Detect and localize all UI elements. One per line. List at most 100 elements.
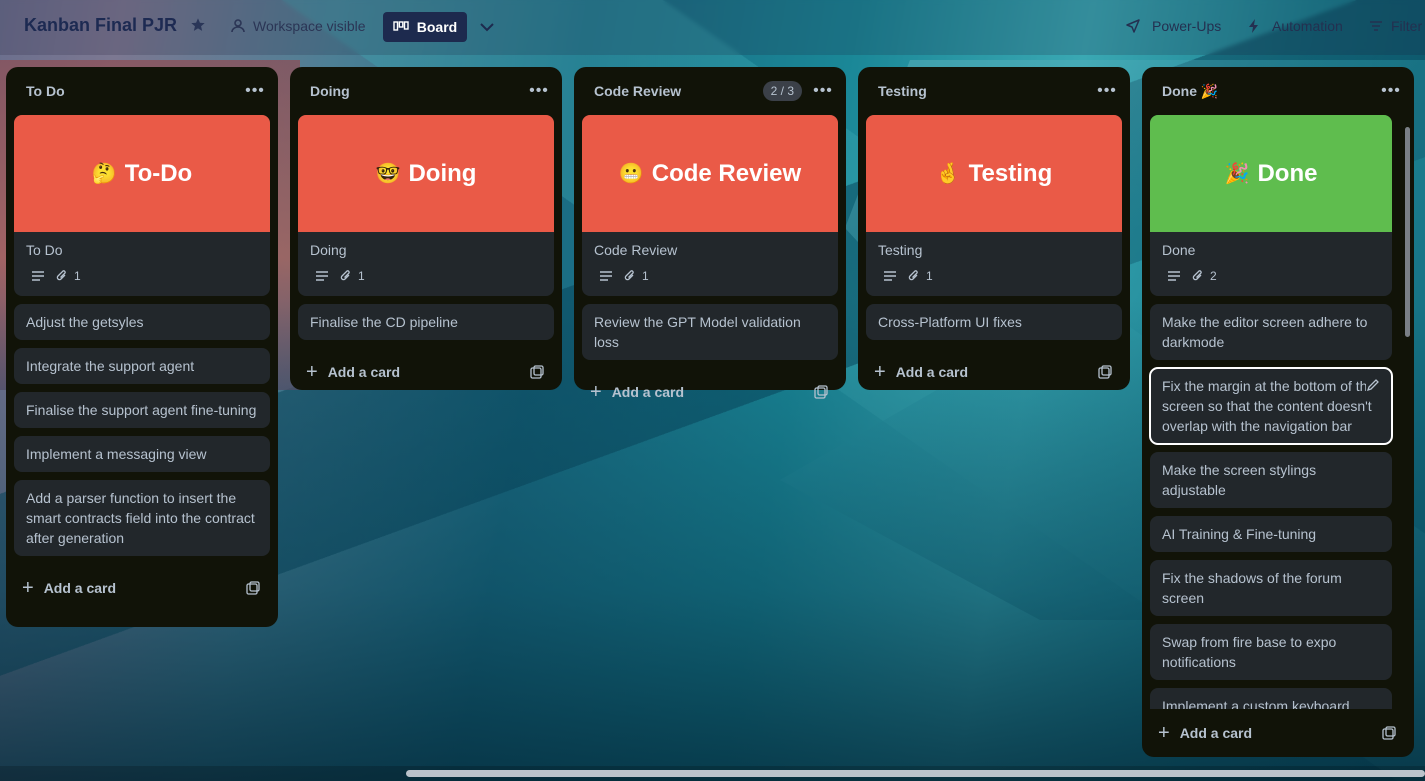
list-card[interactable]: Make the screen stylings adjustable <box>1150 452 1392 508</box>
grimace-emoji-icon: 😬 <box>618 162 644 185</box>
automation-button[interactable]: Automation <box>1248 18 1343 34</box>
scrollbar-thumb[interactable] <box>406 770 1425 777</box>
card-title: Integrate the support agent <box>26 358 195 374</box>
list-card[interactable]: Make the editor screen adhere to darkmod… <box>1150 304 1392 360</box>
list-menu-button[interactable]: ••• <box>1380 80 1402 102</box>
rocket-icon <box>1126 19 1140 33</box>
list-title[interactable]: Done 🎉 <box>1162 83 1218 100</box>
card-cover: 😬 Code Review <box>582 115 838 232</box>
template-icon[interactable] <box>246 581 260 595</box>
list-card[interactable]: Fix the shadows of the forum screen <box>1150 560 1392 616</box>
card-cover: 🤞 Testing <box>866 115 1122 232</box>
paperclip-icon <box>340 270 350 281</box>
add-card-button[interactable]: + Add a card <box>874 362 968 382</box>
description-icon <box>884 271 896 281</box>
description-icon <box>1168 271 1180 281</box>
plus-icon: + <box>306 361 318 383</box>
template-icon[interactable] <box>1098 365 1112 379</box>
list-card[interactable]: Review the GPT Model validation loss <box>582 304 838 360</box>
card-title: Fix the margin at the bottom of the scre… <box>1162 378 1376 434</box>
list-card-hovered[interactable]: Fix the margin at the bottom of the scre… <box>1149 367 1393 445</box>
cover-text: Doing <box>408 159 477 187</box>
cover-card[interactable]: 🤔 To-Do To Do 1 <box>14 115 270 296</box>
list-title[interactable]: Doing <box>310 83 350 99</box>
star-icon[interactable] <box>190 17 206 33</box>
add-card-button[interactable]: + Add a card <box>590 382 684 402</box>
list-title[interactable]: Testing <box>878 83 927 99</box>
description-icon <box>32 271 44 281</box>
attachment-count: 1 <box>74 269 81 283</box>
card-cover: 🤔 To-Do <box>14 115 270 232</box>
attachment-badge: 2 <box>1192 266 1217 286</box>
lightning-icon <box>1249 19 1258 33</box>
card-cover: 🤓 Doing <box>298 115 554 232</box>
filter-label: Filter <box>1391 18 1423 34</box>
scrollbar-thumb[interactable] <box>1405 127 1410 337</box>
cover-text: Testing <box>968 159 1053 187</box>
card-title: Doing <box>310 242 347 258</box>
template-icon[interactable] <box>1382 726 1396 740</box>
view-switcher-button[interactable] <box>474 14 500 40</box>
thinking-emoji-icon: 🤔 <box>91 162 117 185</box>
template-icon[interactable] <box>530 365 544 379</box>
add-card-label: Add a card <box>895 364 969 380</box>
cover-card[interactable]: 🎉 Done Done 2 <box>1150 115 1392 296</box>
visibility-button[interactable]: Workspace visible <box>230 18 366 34</box>
list-card[interactable]: Swap from fire base to expo notification… <box>1150 624 1392 680</box>
attachment-count: 1 <box>358 269 365 283</box>
attachment-badge: 1 <box>624 266 649 286</box>
list-cards-scroll[interactable]: 🎉 Done Done 2 Make the editor screen adh… <box>1142 115 1414 709</box>
list-menu-button[interactable]: ••• <box>244 80 266 102</box>
power-ups-button[interactable]: Power-Ups <box>1126 18 1221 34</box>
cover-card[interactable]: 🤓 Doing Doing 1 <box>298 115 554 296</box>
list-card[interactable]: Adjust the getsyles <box>14 304 270 340</box>
list-card[interactable]: Implement a messaging view <box>14 436 270 472</box>
add-card-label: Add a card <box>43 580 117 596</box>
list-card[interactable]: Finalise the CD pipeline <box>298 304 554 340</box>
card-title: AI Training & Fine-tuning <box>1162 526 1317 542</box>
attachment-count: 1 <box>926 269 933 283</box>
cover-card[interactable]: 😬 Code Review Code Review 1 <box>582 115 838 296</box>
attachment-count: 1 <box>642 269 649 283</box>
card-title: Implement a custom keyboard avoiding vie… <box>1162 698 1350 709</box>
card-title: Code Review <box>594 242 678 258</box>
list-card[interactable]: Cross-Platform UI fixes <box>866 304 1122 340</box>
list-card[interactable]: Finalise the support agent fine-tuning <box>14 392 270 428</box>
board-view-button[interactable]: Board <box>383 12 467 42</box>
add-card-button[interactable]: + Add a card <box>306 362 400 382</box>
paperclip-icon <box>1192 270 1202 281</box>
filter-button[interactable]: Filter <box>1369 18 1422 34</box>
list-menu-button[interactable]: ••• <box>812 80 834 102</box>
power-ups-label: Power-Ups <box>1152 18 1222 34</box>
list-card[interactable]: Add a parser function to insert the smar… <box>14 480 270 556</box>
list-card[interactable]: Implement a custom keyboard avoiding vie… <box>1150 688 1392 709</box>
list-title[interactable]: To Do <box>26 83 65 99</box>
add-card-label: Add a card <box>327 364 401 380</box>
cover-text: To-Do <box>124 159 193 187</box>
crossed-fingers-emoji-icon: 🤞 <box>935 162 961 185</box>
add-card-button[interactable]: + Add a card <box>1158 723 1252 743</box>
board-title[interactable]: Kanban Final PJR <box>24 15 177 36</box>
board-horizontal-scrollbar[interactable] <box>0 766 1425 781</box>
attachment-badge: 1 <box>908 266 933 286</box>
card-title: To Do <box>26 242 63 258</box>
list-testing: Testing ••• 🤞 Testing Testing 1 Cross-Pl… <box>858 67 1130 390</box>
list-scrollbar[interactable] <box>1404 119 1412 709</box>
filter-icon <box>1370 21 1382 31</box>
plus-icon: + <box>1158 722 1170 744</box>
add-card-button[interactable]: + Add a card <box>22 578 116 598</box>
list-done: Done 🎉 ••• 🎉 Done Done 2 Make the editor <box>1142 67 1414 757</box>
cover-text: Code Review <box>651 159 802 187</box>
template-icon[interactable] <box>814 385 828 399</box>
cover-card[interactable]: 🤞 Testing Testing 1 <box>866 115 1122 296</box>
card-title: Testing <box>878 242 923 258</box>
list-menu-button[interactable]: ••• <box>1096 80 1118 102</box>
list-title[interactable]: Code Review <box>594 83 681 99</box>
list-card[interactable]: AI Training & Fine-tuning <box>1150 516 1392 552</box>
plus-icon: + <box>590 381 602 403</box>
card-title: Swap from fire base to expo notification… <box>1162 634 1337 670</box>
pencil-icon[interactable] <box>1366 378 1380 392</box>
list-menu-button[interactable]: ••• <box>528 80 550 102</box>
list-card[interactable]: Integrate the support agent <box>14 348 270 384</box>
card-title: Adjust the getsyles <box>26 314 144 330</box>
